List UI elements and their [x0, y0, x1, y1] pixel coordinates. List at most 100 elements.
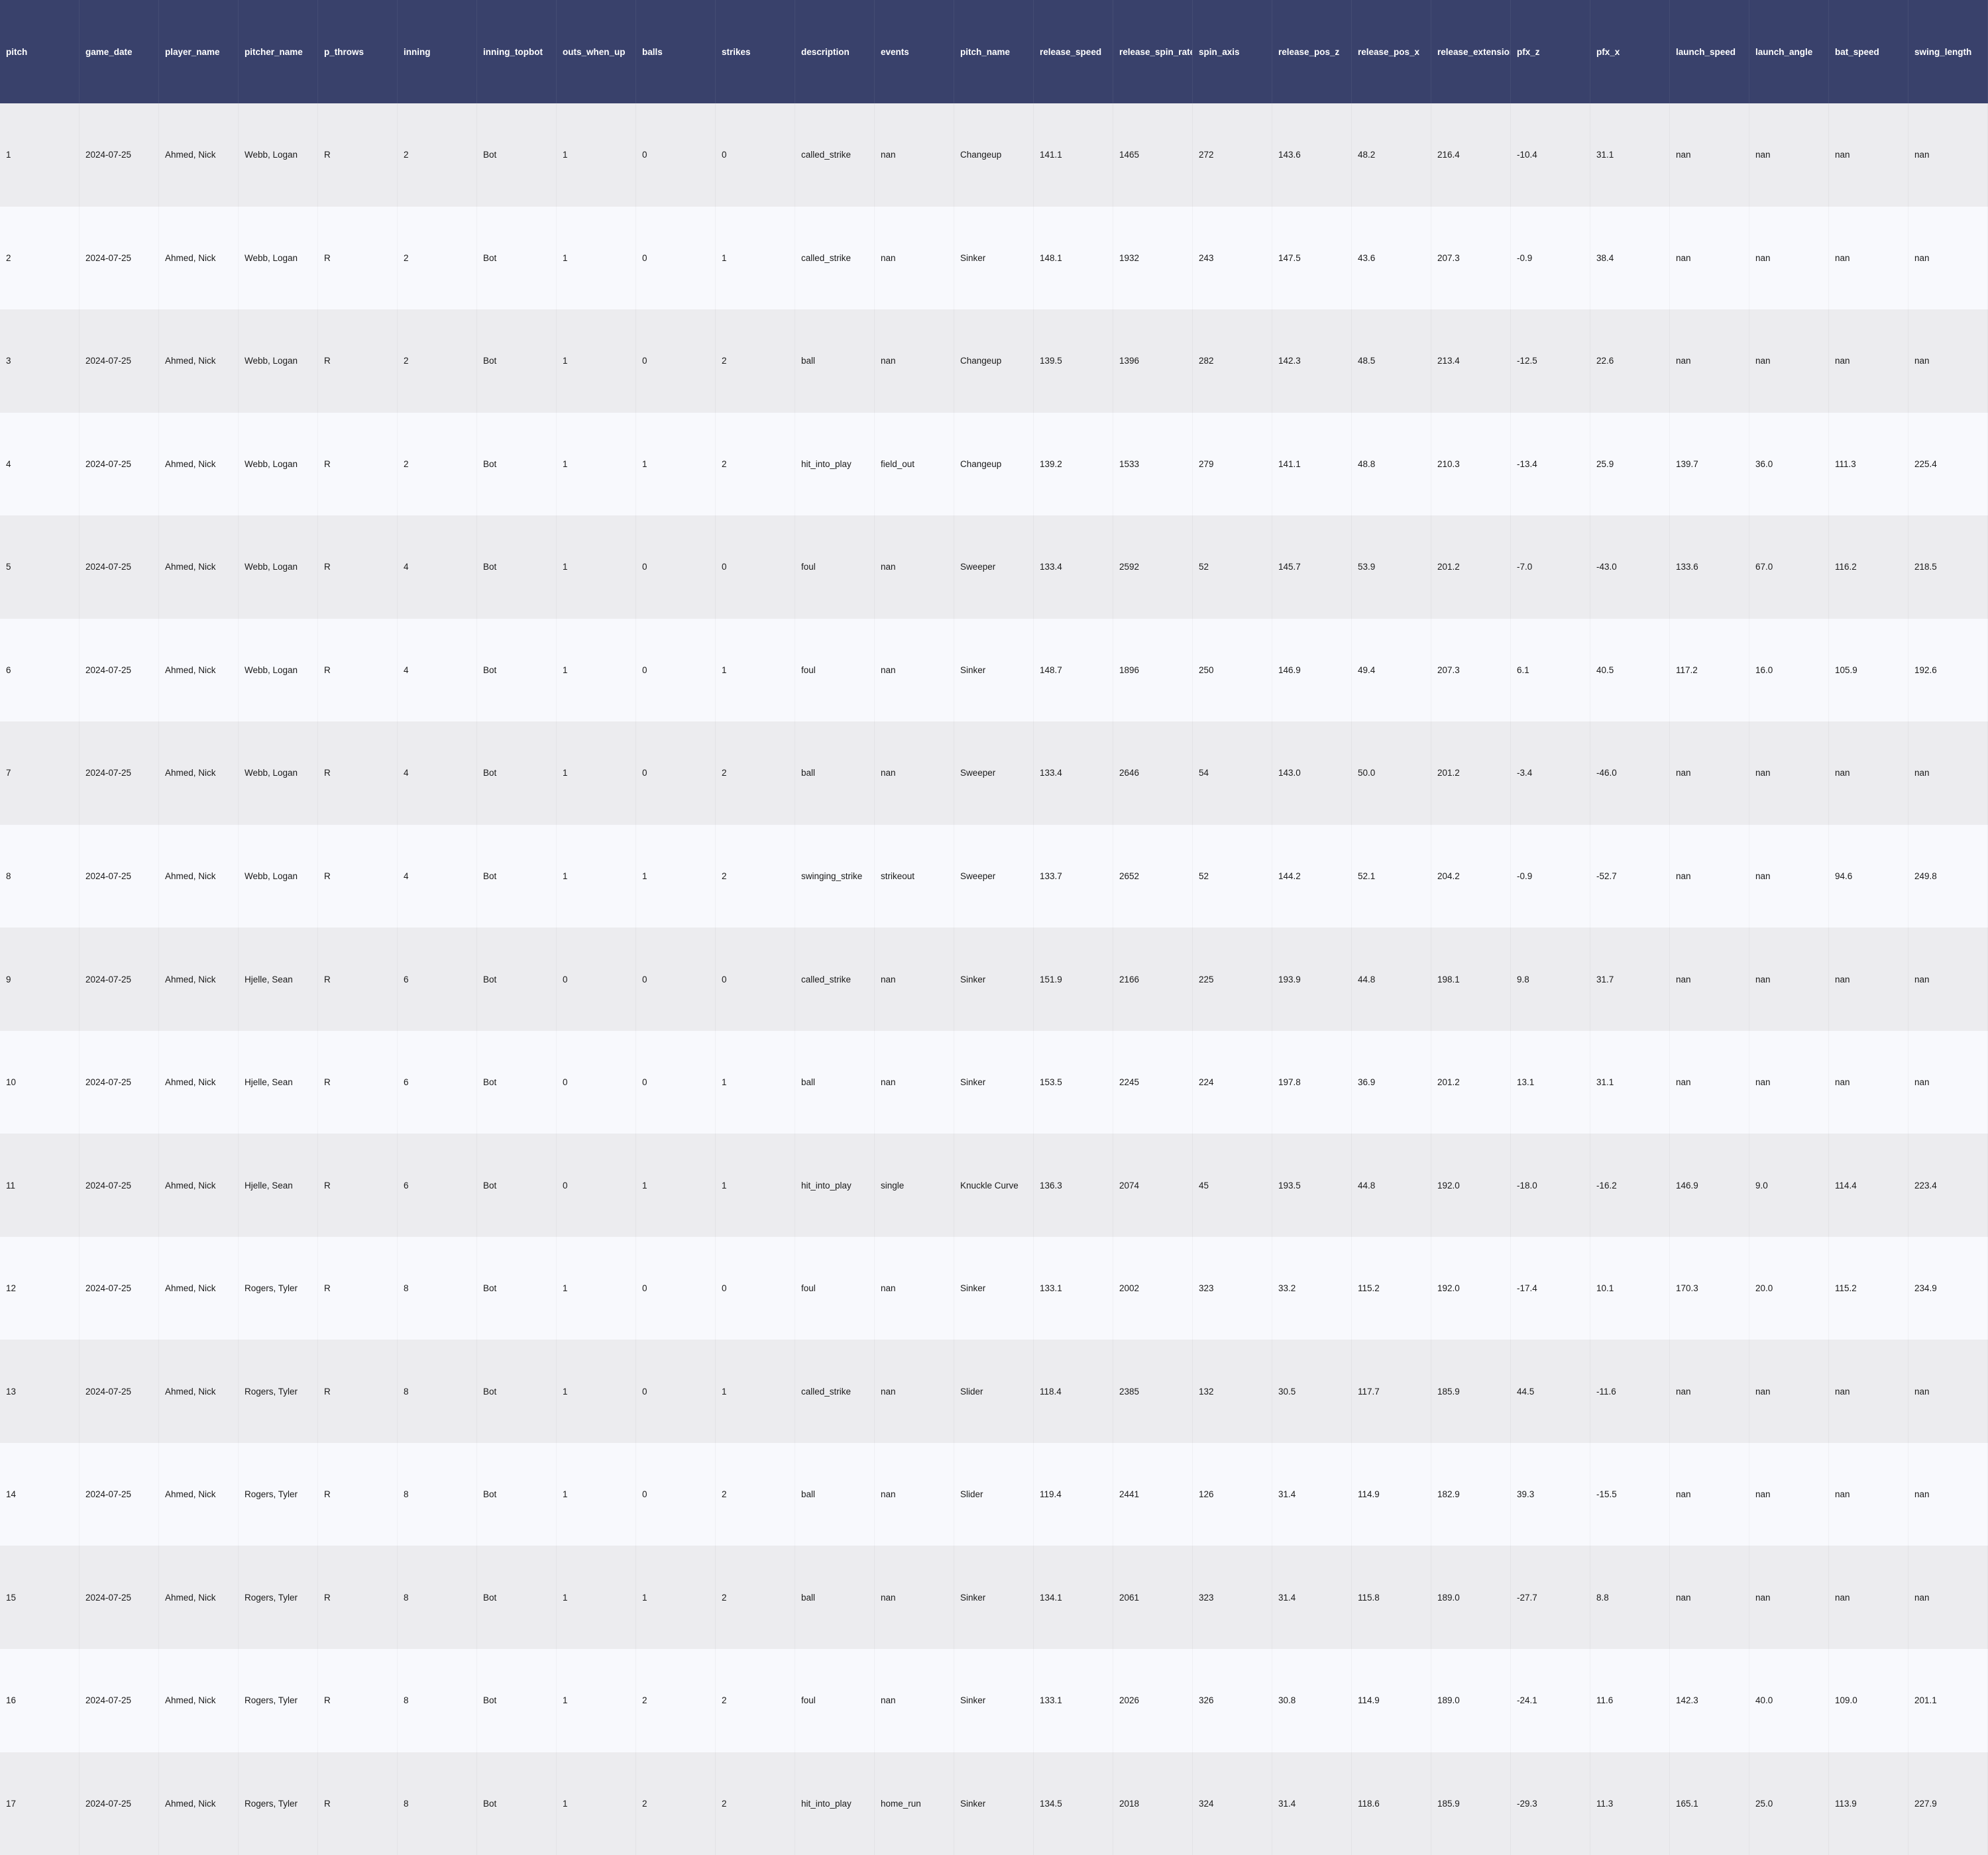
table-cell-launch-speed: nan — [1670, 1443, 1749, 1546]
column-header-pitch-name[interactable]: pitch_name — [954, 0, 1034, 103]
table-cell-release-spin-rate: 2441 — [1113, 1443, 1193, 1546]
table-cell-events: nan — [875, 721, 954, 825]
column-header-p-throws[interactable]: p_throws — [318, 0, 398, 103]
table-cell-player-name: Ahmed, Nick — [159, 1752, 239, 1855]
table-cell-launch-speed: 165.1 — [1670, 1752, 1749, 1855]
table-cell-bat-speed: 105.9 — [1829, 619, 1908, 722]
column-header-pfx-z[interactable]: pfx_z — [1511, 0, 1590, 103]
table-cell-pfx-x: 11.3 — [1590, 1752, 1670, 1855]
table-cell-inning-topbot: Bot — [477, 207, 557, 310]
table-cell-spin-axis: 132 — [1193, 1340, 1272, 1443]
table-cell-pitch-name: Slider — [954, 1443, 1034, 1546]
column-header-pfx-x[interactable]: pfx_x — [1590, 0, 1670, 103]
table-cell-outs-when-up: 1 — [557, 1649, 636, 1752]
column-header-bat-speed[interactable]: bat_speed — [1829, 0, 1908, 103]
table-cell-release-extension: 185.9 — [1431, 1752, 1511, 1855]
table-cell-release-speed: 118.4 — [1034, 1340, 1113, 1443]
table-row: 10 2024-07-25 Ahmed, Nick Hjelle, Sean R 6 Bot… — [0, 1030, 1988, 1134]
table-cell-release-pos-x: 118.6 — [1352, 1752, 1431, 1855]
table-cell-p-throws: R — [318, 928, 398, 1031]
table-cell-pfx-x: 11.6 — [1590, 1649, 1670, 1752]
column-header-inning-topbot[interactable]: inning_topbot — [477, 0, 557, 103]
table-cell-pfx-x: 38.4 — [1590, 207, 1670, 310]
table-cell-bat-speed: 113.9 — [1829, 1752, 1908, 1855]
table-cell-swing-length: nan — [1908, 309, 1988, 413]
table-cell-release-pos-z: 30.5 — [1272, 1340, 1352, 1443]
table-cell-release-spin-rate: 1465 — [1113, 103, 1193, 207]
table-cell-game-date: 2024-07-25 — [80, 309, 159, 413]
table-cell-game-date: 2024-07-25 — [80, 1546, 159, 1649]
table-row: 2 2024-07-25 Ahmed, Nick Webb, Logan R 2 Bot 1 0… — [0, 206, 1988, 310]
table-cell-game-date: 2024-07-25 — [80, 1237, 159, 1340]
table-cell-release-pos-z: 193.9 — [1272, 928, 1352, 1031]
table-cell-description: ball — [795, 1443, 875, 1546]
column-header-pitch[interactable]: pitch — [0, 0, 80, 103]
table-cell-launch-angle: 25.0 — [1749, 1752, 1829, 1855]
table-cell-inning-topbot: Bot — [477, 1237, 557, 1340]
table-cell-events: nan — [875, 1443, 954, 1546]
table-cell-outs-when-up: 1 — [557, 103, 636, 207]
table-cell-spin-axis: 282 — [1193, 309, 1272, 413]
table-cell-release-spin-rate: 1396 — [1113, 309, 1193, 413]
table-cell-pfx-z: -12.5 — [1511, 309, 1590, 413]
column-header-release-spin-rate[interactable]: release_spin_rate — [1113, 0, 1193, 103]
table-cell-inning-topbot: Bot — [477, 309, 557, 413]
table-cell-swing-length: 249.8 — [1908, 825, 1988, 928]
column-header-release-pos-x[interactable]: release_pos_x — [1352, 0, 1431, 103]
table-cell-inning: 6 — [398, 928, 477, 1031]
table-cell-spin-axis: 279 — [1193, 413, 1272, 516]
table-cell-pfx-x: 31.1 — [1590, 103, 1670, 207]
table-cell-release-speed: 148.1 — [1034, 207, 1113, 310]
table-cell-player-name: Ahmed, Nick — [159, 619, 239, 722]
column-header-description[interactable]: description — [795, 0, 875, 103]
table-cell-inning: 4 — [398, 721, 477, 825]
table-cell-spin-axis: 272 — [1193, 103, 1272, 207]
table-cell-swing-length: 234.9 — [1908, 1237, 1988, 1340]
table-cell-p-throws: R — [318, 1134, 398, 1237]
table-cell-pfx-z: 13.1 — [1511, 1031, 1590, 1134]
table-cell-inning: 2 — [398, 309, 477, 413]
table-cell-inning: 2 — [398, 207, 477, 310]
table-cell-bat-speed: nan — [1829, 207, 1908, 310]
column-header-balls[interactable]: balls — [636, 0, 716, 103]
table-cell-events: nan — [875, 1340, 954, 1443]
table-cell-release-pos-z: 146.9 — [1272, 619, 1352, 722]
table-cell-launch-angle: nan — [1749, 1031, 1829, 1134]
column-header-release-pos-z[interactable]: release_pos_z — [1272, 0, 1352, 103]
table-row: 17 2024-07-25 Ahmed, Nick Rogers, Tyler R 8 Bo… — [0, 1752, 1988, 1855]
table-cell-outs-when-up: 1 — [557, 1546, 636, 1649]
table-cell-pitch-name: Sinker — [954, 1031, 1034, 1134]
column-header-swing-length[interactable]: swing_length — [1908, 0, 1988, 103]
table-cell-release-speed: 133.4 — [1034, 721, 1113, 825]
column-header-launch-speed[interactable]: launch_speed — [1670, 0, 1749, 103]
column-header-player-name[interactable]: player_name — [159, 0, 239, 103]
column-header-inning[interactable]: inning — [398, 0, 477, 103]
table-cell-release-spin-rate: 2245 — [1113, 1031, 1193, 1134]
column-header-launch-angle[interactable]: launch_angle — [1749, 0, 1829, 103]
column-header-release-extension[interactable]: release_extension — [1431, 0, 1511, 103]
table-cell-spin-axis: 326 — [1193, 1649, 1272, 1752]
table-cell-events: nan — [875, 619, 954, 722]
table-cell-outs-when-up: 0 — [557, 1031, 636, 1134]
table-cell-balls: 0 — [636, 207, 716, 310]
table-cell-inning-topbot: Bot — [477, 1134, 557, 1237]
column-header-game-date[interactable]: game_date — [80, 0, 159, 103]
table-cell-strikes: 2 — [716, 1752, 795, 1855]
table-cell-inning: 8 — [398, 1443, 477, 1546]
table-cell-inning-topbot: Bot — [477, 1752, 557, 1855]
column-header-strikes[interactable]: strikes — [716, 0, 795, 103]
table-cell-strikes: 2 — [716, 825, 795, 928]
column-header-spin-axis[interactable]: spin_axis — [1193, 0, 1272, 103]
table-cell-pitcher-name: Rogers, Tyler — [239, 1443, 318, 1546]
column-header-events[interactable]: events — [875, 0, 954, 103]
column-header-outs-when-up[interactable]: outs_when_up — [557, 0, 636, 103]
column-header-pitcher-name[interactable]: pitcher_name — [239, 0, 318, 103]
table-cell-game-date: 2024-07-25 — [80, 825, 159, 928]
table-cell-launch-angle: nan — [1749, 207, 1829, 310]
column-header-release-speed[interactable]: release_speed — [1034, 0, 1113, 103]
table-cell-description: foul — [795, 1237, 875, 1340]
table-cell-release-pos-x: 48.8 — [1352, 413, 1431, 516]
table-cell-pitch: 6 — [0, 619, 80, 722]
table-cell-pitch: 8 — [0, 825, 80, 928]
table-cell-events: nan — [875, 1031, 954, 1134]
